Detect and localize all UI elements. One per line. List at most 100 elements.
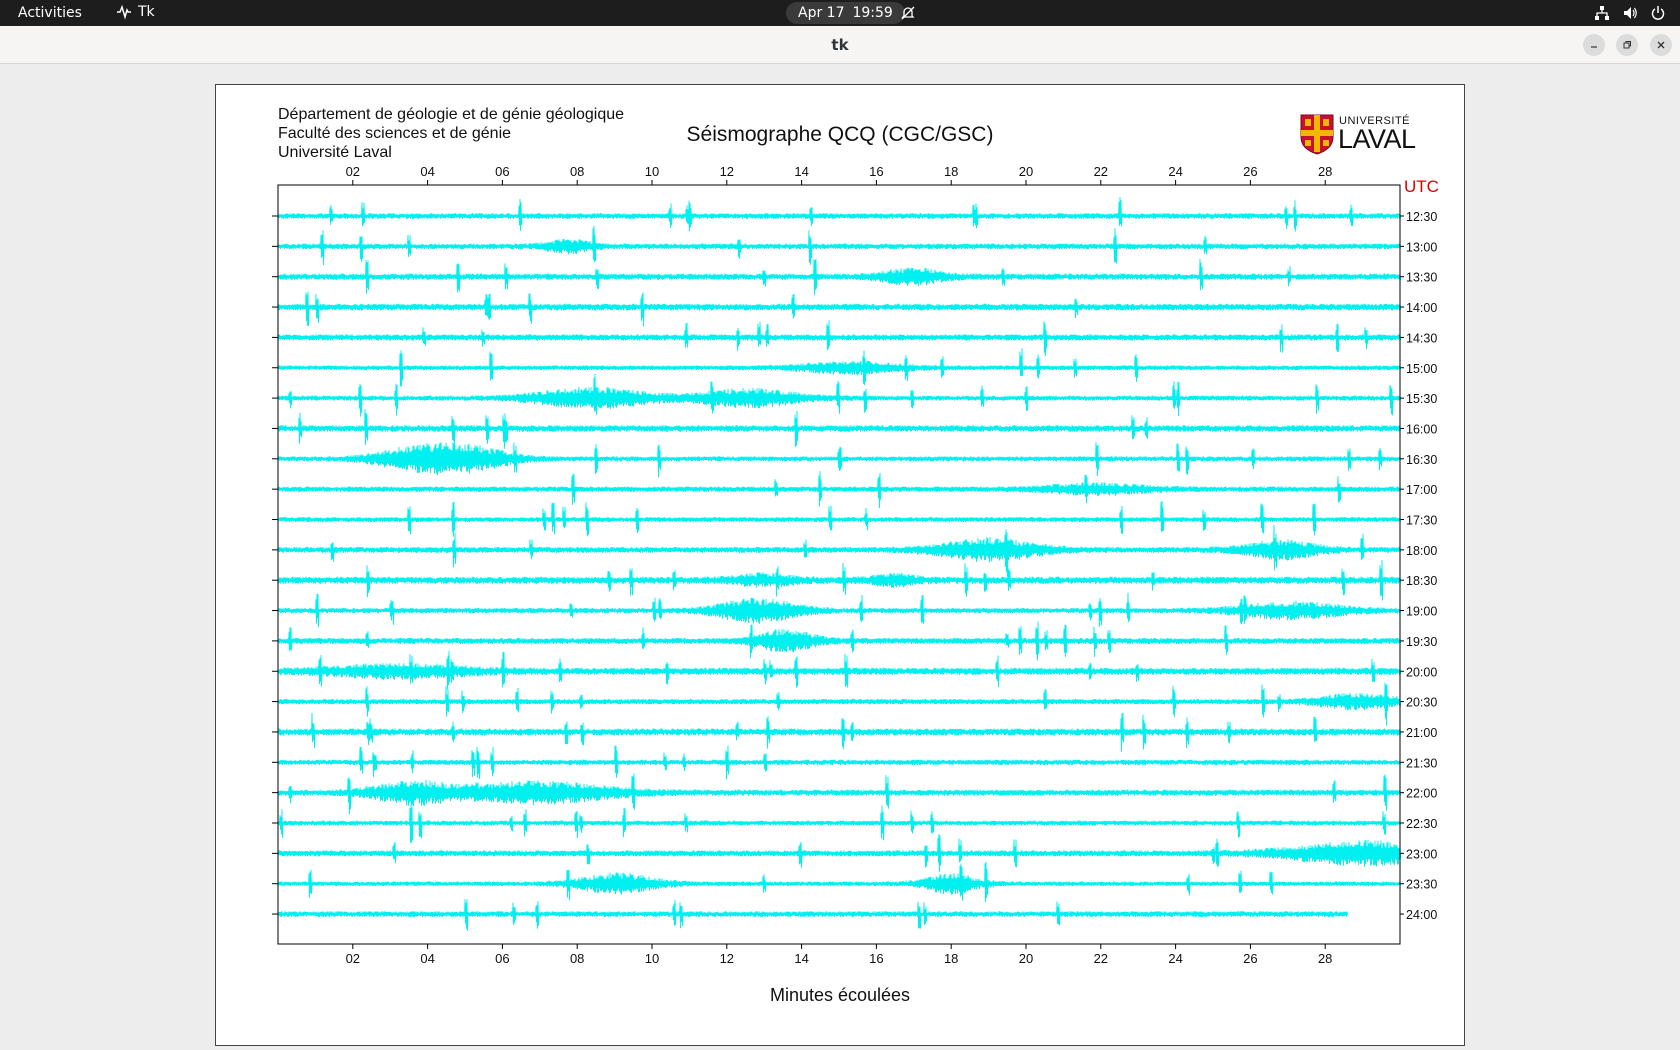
x-tick-label-bottom: 26 — [1243, 951, 1257, 966]
row-time-label: 15:30 — [1406, 392, 1437, 406]
helicorder-plot: 02 02 04 04 06 06 08 08 10 10 12 12 14 14 16 16 18 18 20 20… — [272, 164, 1439, 966]
app-icon — [117, 4, 131, 20]
notifications-muted-icon[interactable] — [900, 5, 916, 21]
row-time-label: 23:30 — [1406, 878, 1437, 892]
x-tick-label-top: 22 — [1094, 164, 1108, 179]
seismograph-canvas: Département de géologie et de génie géol… — [215, 84, 1465, 1046]
restore-button[interactable] — [1616, 34, 1638, 56]
x-tick-label-top: 28 — [1318, 164, 1332, 179]
row-time-label: 20:30 — [1406, 696, 1437, 710]
seismic-trace-2200 — [277, 773, 1401, 815]
restore-icon — [1623, 41, 1631, 49]
volume-icon — [1624, 7, 1637, 19]
seismic-trace-2130 — [277, 745, 1401, 780]
seismic-trace-1330 — [277, 258, 1401, 296]
x-tick-label-bottom: 28 — [1318, 951, 1332, 966]
x-tick-label-top: 02 — [346, 164, 360, 179]
x-tick-label-top: 18 — [944, 164, 958, 179]
seismic-traces — [277, 196, 1401, 931]
network-icon — [1595, 6, 1609, 20]
x-tick-label-bottom: 10 — [645, 951, 659, 966]
seismic-trace-1230 — [277, 196, 1401, 232]
row-time-label: 14:00 — [1406, 301, 1437, 315]
close-icon — [1657, 41, 1665, 49]
x-tick-label-bottom: 02 — [346, 951, 360, 966]
seismic-trace-1300 — [277, 225, 1401, 266]
x-tick-label-top: 24 — [1168, 164, 1182, 179]
plot-frame — [277, 184, 1401, 945]
seismic-trace-2400 — [277, 899, 1348, 931]
x-tick-label-top: 16 — [869, 164, 883, 179]
system-tray[interactable] — [1594, 5, 1666, 21]
row-time-label: 13:00 — [1406, 240, 1437, 254]
x-tick-label-bottom: 24 — [1168, 951, 1182, 966]
row-time-label: 17:30 — [1406, 514, 1437, 528]
x-tick-label-top: 04 — [420, 164, 434, 179]
row-time-label: 16:00 — [1406, 422, 1437, 436]
row-time-label: 20:00 — [1406, 665, 1437, 679]
plot-axes: 02 02 04 04 06 06 08 08 10 10 12 12 14 14 16 16 18 18 20 20… — [272, 164, 1439, 966]
seismic-trace-2100 — [277, 712, 1401, 752]
row-time-label: 14:30 — [1406, 331, 1437, 345]
row-time-label: 24:00 — [1406, 908, 1437, 922]
x-tick-label-bottom: 18 — [944, 951, 958, 966]
window-title: tk — [831, 36, 849, 54]
seismic-trace-2030 — [277, 682, 1401, 726]
seismic-trace-1800 — [277, 524, 1401, 576]
row-time-label: 12:30 — [1406, 210, 1437, 224]
x-tick-label-top: 14 — [794, 164, 808, 179]
row-time-label: 23:00 — [1406, 847, 1437, 861]
row-time-label: 21:00 — [1406, 726, 1437, 740]
x-tick-label-bottom: 14 — [794, 951, 808, 966]
clock[interactable]: Apr 17 19:59 — [786, 2, 905, 24]
x-tick-label-bottom: 06 — [495, 951, 509, 966]
row-time-label: 19:30 — [1406, 635, 1437, 649]
power-icon — [1651, 6, 1665, 20]
seismic-trace-1430 — [277, 320, 1401, 356]
seismic-trace-1400 — [277, 291, 1401, 327]
x-tick-label-top: 06 — [495, 164, 509, 179]
x-tick-label-top: 12 — [720, 164, 734, 179]
seismic-trace-1630 — [277, 442, 1401, 478]
x-tick-label-bottom: 12 — [720, 951, 734, 966]
seismic-trace-1700 — [277, 471, 1401, 509]
seismic-trace-2230 — [277, 804, 1401, 843]
minimize-button[interactable] — [1583, 34, 1605, 56]
x-tick-label-bottom: 22 — [1094, 951, 1108, 966]
x-tick-label-top: 10 — [645, 164, 659, 179]
row-time-label: 22:30 — [1406, 817, 1437, 831]
x-tick-label-top: 08 — [570, 164, 584, 179]
x-tick-label-bottom: 20 — [1019, 951, 1033, 966]
x-tick-label-bottom: 16 — [869, 951, 883, 966]
clock-time: 19:59 — [852, 5, 893, 21]
row-time-label: 13:30 — [1406, 271, 1437, 285]
row-time-label: 17:00 — [1406, 483, 1437, 497]
x-tick-label-bottom: 04 — [420, 951, 434, 966]
seismic-trace-2330 — [277, 862, 1401, 903]
seismic-trace-1930 — [277, 621, 1401, 661]
app-menu[interactable]: Tk — [116, 4, 155, 20]
seismic-trace-1530 — [277, 373, 1401, 417]
row-time-label: 16:30 — [1406, 453, 1437, 467]
seismic-trace-1730 — [277, 500, 1401, 537]
row-time-label: 18:30 — [1406, 574, 1437, 588]
window-titlebar[interactable]: tk — [0, 26, 1680, 64]
row-time-label: 21:30 — [1406, 756, 1437, 770]
row-time-label: 15:00 — [1406, 362, 1437, 376]
x-axis-label: Minutes écoulées — [769, 985, 911, 1005]
clock-date: Apr 17 — [798, 5, 845, 21]
x-tick-label-top: 20 — [1019, 164, 1033, 179]
seismic-trace-1600 — [277, 409, 1401, 449]
close-button[interactable] — [1650, 34, 1672, 56]
seismic-trace-1830 — [277, 559, 1401, 601]
utc-label: UTC — [1404, 177, 1439, 196]
row-time-label: 18:00 — [1406, 544, 1437, 558]
seismic-trace-1500 — [277, 348, 1401, 387]
row-time-label: 22:00 — [1406, 787, 1437, 801]
minimize-icon — [1591, 46, 1597, 48]
row-time-label: 19:00 — [1406, 605, 1437, 619]
seismic-trace-1900 — [277, 592, 1401, 628]
system-top-bar: Activities Tk Apr 17 19:59 — [0, 0, 1680, 26]
seismic-trace-2000 — [277, 650, 1401, 690]
activities-button[interactable]: Activities — [18, 5, 82, 21]
